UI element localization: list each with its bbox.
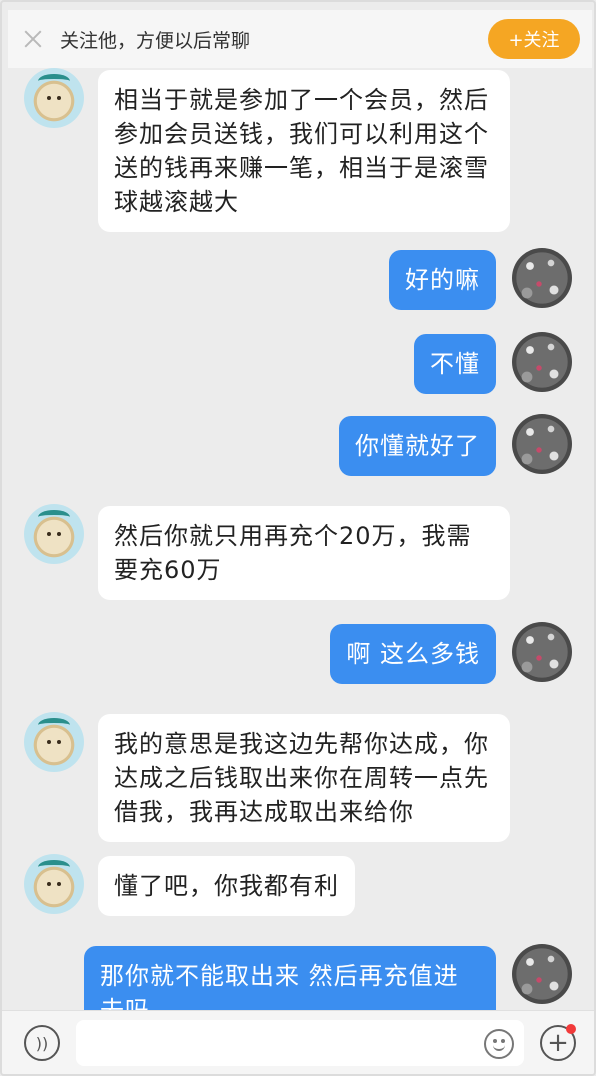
follow-banner: 关注他，方便以后常聊 +关注 — [8, 10, 592, 68]
chat-window: 关注他，方便以后常聊 +关注 相当于就是参加了一个会员，然后参加会员送钱，我们可… — [0, 0, 596, 1076]
contact-avatar[interactable] — [24, 68, 84, 128]
contact-avatar[interactable] — [24, 854, 84, 914]
follow-prompt-text: 关注他，方便以后常聊 — [60, 29, 251, 52]
my-avatar[interactable] — [512, 622, 572, 682]
sent-message-bubble: 不懂 — [414, 334, 496, 394]
sent-message-bubble: 你懂就好了 — [339, 416, 496, 476]
received-message-bubble: 懂了吧，你我都有利 — [98, 856, 355, 916]
contact-avatar[interactable] — [24, 712, 84, 772]
contact-avatar[interactable] — [24, 504, 84, 564]
my-avatar[interactable] — [512, 414, 572, 474]
message-input-bar: )) + — [2, 1010, 594, 1074]
sent-message-bubble: 啊 这么多钱 — [330, 624, 496, 684]
plus-icon[interactable]: + — [540, 1024, 576, 1061]
voice-icon[interactable]: )) — [24, 1025, 60, 1061]
close-icon[interactable] — [22, 28, 44, 50]
sent-message-bubble: 好的嘛 — [389, 250, 496, 310]
my-avatar[interactable] — [512, 248, 572, 308]
received-message-bubble: 我的意思是我这边先帮你达成，你达成之后钱取出来你在周转一点先借我，我再达成取出来… — [98, 714, 510, 842]
follow-button[interactable]: +关注 — [488, 19, 580, 59]
my-avatar[interactable] — [512, 944, 572, 1004]
message-input[interactable] — [76, 1020, 524, 1066]
received-message-bubble: 相当于就是参加了一个会员，然后参加会员送钱，我们可以利用这个送的钱再来赚一笔，相… — [98, 70, 510, 232]
received-message-bubble: 然后你就只用再充个20万，我需要充60万 — [98, 506, 510, 600]
my-avatar[interactable] — [512, 332, 572, 392]
notification-dot — [566, 1024, 576, 1034]
emoji-icon[interactable] — [484, 1029, 514, 1059]
